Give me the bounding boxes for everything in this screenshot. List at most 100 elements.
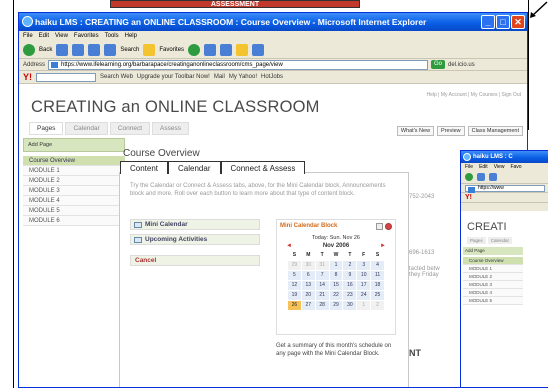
tab-pages[interactable]: Pages bbox=[29, 122, 64, 135]
sidebar: Course Overview MODULE 1 MODULE 2 MODULE… bbox=[23, 156, 125, 226]
tab-connect-assess[interactable]: Connect & Assess bbox=[220, 161, 306, 174]
menu-file[interactable]: File bbox=[465, 163, 473, 171]
upcoming-activities-block-button[interactable]: Upcoming Activities bbox=[130, 234, 260, 245]
stop-icon[interactable] bbox=[489, 173, 497, 181]
home-icon[interactable] bbox=[104, 43, 117, 56]
menu-edit[interactable]: Edit bbox=[39, 31, 49, 41]
sidebar-item-module-4[interactable]: MODULE 4 bbox=[23, 196, 125, 206]
calendar-day: 19 bbox=[288, 291, 301, 300]
menu-favorites[interactable]: Favorites bbox=[74, 31, 99, 41]
calendar-day: 3 bbox=[357, 261, 371, 270]
menu-edit[interactable]: Edit bbox=[479, 163, 488, 171]
calendar-weekday-header: W bbox=[329, 251, 343, 260]
search-label[interactable]: Search bbox=[120, 47, 139, 53]
forward-icon[interactable] bbox=[56, 43, 69, 56]
snippet: 696-1613 bbox=[409, 250, 435, 256]
yahoo-search-input[interactable] bbox=[36, 72, 96, 82]
address-input[interactable]: https://www.ifelearning.org/barbarapace/… bbox=[48, 59, 429, 70]
snippet: they Friday bbox=[409, 272, 439, 278]
forward-icon[interactable] bbox=[477, 173, 485, 181]
calendar-weekday-header: S bbox=[288, 251, 301, 260]
mail-icon[interactable] bbox=[204, 43, 217, 56]
history-icon[interactable] bbox=[188, 43, 201, 56]
tab-content[interactable]: Content bbox=[120, 161, 169, 174]
delicious-link[interactable]: del.icio.us bbox=[448, 62, 475, 68]
calendar-edit-icon bbox=[376, 222, 383, 230]
tab-calendar[interactable]: Calendar bbox=[168, 161, 221, 174]
sidebar-item-module-2[interactable]: MODULE 2 bbox=[23, 176, 125, 186]
search-web-button[interactable]: Search Web bbox=[100, 74, 133, 80]
sidebar-item-module-5[interactable]: MODULE 5 bbox=[23, 206, 125, 216]
prev-month-icon: ◄ bbox=[286, 243, 292, 249]
cancel-button[interactable]: Cancel bbox=[130, 255, 260, 266]
sidebar-item-module-2[interactable]: MODULE 2 bbox=[463, 273, 523, 281]
site-title: CREATING an ONLINE CLASSROOM bbox=[31, 98, 320, 116]
print-icon[interactable] bbox=[220, 43, 233, 56]
sidebar-item-module-3[interactable]: MODULE 3 bbox=[23, 186, 125, 196]
yahoo-logo-icon[interactable]: Y! bbox=[465, 194, 472, 201]
tab-calendar[interactable]: Calendar bbox=[487, 237, 513, 244]
class-management-button[interactable]: Class Management bbox=[467, 126, 523, 136]
sidebar-item-module-4[interactable]: MODULE 4 bbox=[463, 289, 523, 297]
calendar-day: 18 bbox=[371, 281, 384, 290]
mini-calendar-block-button[interactable]: Mini Calendar bbox=[130, 219, 260, 230]
calendar-day: 2 bbox=[343, 261, 357, 270]
calendar-day: 24 bbox=[357, 291, 371, 300]
menu-view[interactable]: View bbox=[55, 31, 68, 41]
menu-bar: File Edit View Favorites Tools Help bbox=[19, 31, 527, 41]
ie-logo-icon bbox=[463, 153, 471, 161]
tab-connect[interactable]: Connect bbox=[109, 122, 151, 135]
favorites-label[interactable]: Favorites bbox=[159, 47, 184, 53]
menu-file[interactable]: File bbox=[23, 31, 33, 41]
stop-icon[interactable] bbox=[72, 43, 85, 56]
sidebar-item-module-1[interactable]: MODULE 1 bbox=[463, 265, 523, 273]
second-title-bar[interactable]: haiku LMS : C bbox=[461, 151, 548, 163]
maximize-button[interactable]: □ bbox=[496, 15, 510, 29]
block-list: Mini Calendar Upcoming Activities Cancel bbox=[130, 219, 260, 270]
close-button[interactable]: ✕ bbox=[511, 15, 525, 29]
sidebar-item-module-6[interactable]: MODULE 6 bbox=[23, 216, 125, 226]
site-links[interactable]: Help | My Account | My Courses | Sign Ou… bbox=[427, 92, 522, 98]
second-yahoo-toolbar: Y! bbox=[461, 193, 548, 203]
add-page-button[interactable]: Add Page bbox=[463, 247, 523, 255]
second-address-input[interactable]: https://www bbox=[465, 184, 545, 193]
sidebar-item-course-overview[interactable]: Course Overview bbox=[463, 257, 523, 265]
sidebar-item-module-5[interactable]: MODULE 5 bbox=[463, 297, 523, 305]
refresh-icon[interactable] bbox=[88, 43, 101, 56]
back-label[interactable]: Back bbox=[39, 47, 52, 53]
mail-link[interactable]: Mail bbox=[214, 74, 225, 80]
menu-favorites[interactable]: Favo bbox=[510, 163, 521, 171]
calendar-weekday-header: M bbox=[301, 251, 315, 260]
folder-icon[interactable] bbox=[236, 43, 249, 56]
calendar-day: 30 bbox=[343, 301, 357, 310]
calendar-icon bbox=[134, 222, 142, 228]
my-yahoo-link[interactable]: My Yahoo! bbox=[229, 74, 257, 80]
add-page-button[interactable]: Add Page bbox=[23, 138, 125, 152]
tab-pages[interactable]: Pages bbox=[467, 237, 486, 244]
go-button[interactable]: Go bbox=[431, 60, 446, 69]
hotjobs-link[interactable]: HotJobs bbox=[261, 74, 283, 80]
menu-help[interactable]: Help bbox=[125, 31, 137, 41]
tab-calendar[interactable]: Calendar bbox=[65, 122, 108, 135]
preview-button[interactable]: Preview bbox=[437, 126, 465, 136]
upgrade-link[interactable]: Upgrade your Toolbar Now! bbox=[137, 74, 210, 80]
back-icon[interactable] bbox=[465, 173, 473, 181]
yahoo-logo-icon[interactable]: Y! bbox=[23, 72, 32, 82]
minimize-button[interactable]: _ bbox=[481, 15, 495, 29]
pointer-arrow-icon bbox=[530, 1, 548, 18]
back-icon[interactable] bbox=[23, 43, 35, 56]
calendar-day: 9 bbox=[343, 271, 357, 280]
calendar-day: 1 bbox=[357, 301, 371, 310]
tab-assess[interactable]: Assess bbox=[152, 122, 189, 135]
sidebar-item-module-3[interactable]: MODULE 3 bbox=[463, 281, 523, 289]
sidebar-item-course-overview[interactable]: Course Overview bbox=[23, 156, 125, 166]
favorites-star-icon[interactable] bbox=[143, 43, 156, 56]
menu-view[interactable]: View bbox=[494, 163, 505, 171]
edit-icon[interactable] bbox=[252, 43, 265, 56]
sidebar-item-module-1[interactable]: MODULE 1 bbox=[23, 166, 125, 176]
whats-new-button[interactable]: What's New bbox=[396, 126, 435, 136]
title-bar[interactable]: haiku LMS : CREATING an ONLINE CLASSROOM… bbox=[19, 13, 527, 31]
second-toolbar bbox=[461, 171, 548, 184]
menu-tools[interactable]: Tools bbox=[105, 31, 119, 41]
calendar-day: 11 bbox=[371, 271, 384, 280]
